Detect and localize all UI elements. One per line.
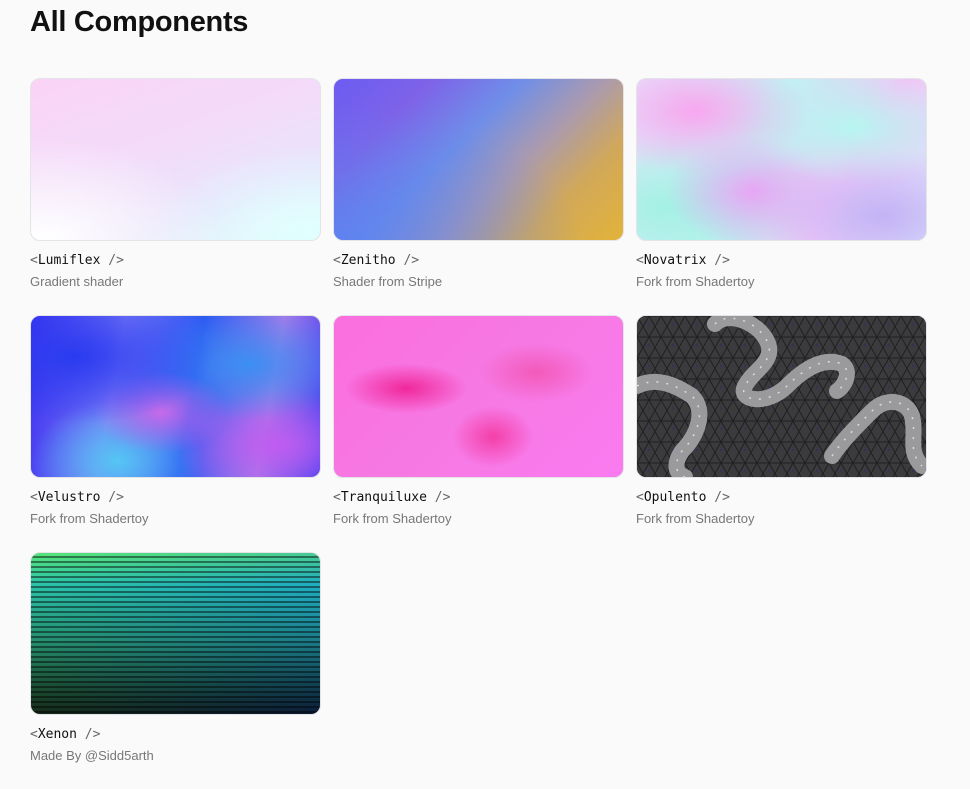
- component-card-lumiflex[interactable]: <Lumiflex /> Gradient shader: [30, 78, 321, 315]
- component-description: Shader from Stripe: [333, 274, 443, 289]
- component-card-novatrix[interactable]: <Novatrix /> Fork from Shadertoy: [636, 78, 927, 315]
- component-preview-zenitho[interactable]: [333, 78, 624, 241]
- component-card-opulento[interactable]: <Opulento /> Fork from Shadertoy: [636, 315, 927, 552]
- component-name: <Lumiflex />: [30, 253, 124, 268]
- component-preview-opulento[interactable]: [636, 315, 927, 478]
- component-card-tranquiluxe[interactable]: <Tranquiluxe /> Fork from Shadertoy: [333, 315, 624, 552]
- component-name: <Xenon />: [30, 727, 101, 742]
- component-card-xenon[interactable]: <Xenon /> Made By @Sidd5arth: [30, 552, 321, 789]
- component-preview-velustro[interactable]: [30, 315, 321, 478]
- component-preview-tranquiluxe[interactable]: [333, 315, 624, 478]
- component-preview-novatrix[interactable]: [636, 78, 927, 241]
- component-description: Fork from Shadertoy: [636, 274, 755, 289]
- component-preview-xenon[interactable]: [30, 552, 321, 715]
- component-description: Fork from Shadertoy: [636, 511, 755, 526]
- component-name: <Velustro />: [30, 490, 124, 505]
- page-title: All Components: [30, 6, 249, 38]
- components-grid: <Lumiflex /> Gradient shader <Zenitho />…: [30, 78, 927, 789]
- component-name: <Tranquiluxe />: [333, 490, 451, 505]
- component-card-zenitho[interactable]: <Zenitho /> Shader from Stripe: [333, 78, 624, 315]
- page: All Components <Lumiflex /> Gradient sha…: [0, 0, 970, 774]
- component-name: <Opulento />: [636, 490, 730, 505]
- component-description: Gradient shader: [30, 274, 124, 289]
- component-description: Made By @Sidd5arth: [30, 748, 154, 763]
- component-preview-lumiflex[interactable]: [30, 78, 321, 241]
- component-description: Fork from Shadertoy: [30, 511, 149, 526]
- component-name: <Zenitho />: [333, 253, 420, 268]
- component-description: Fork from Shadertoy: [333, 511, 452, 526]
- component-card-velustro[interactable]: <Velustro /> Fork from Shadertoy: [30, 315, 321, 552]
- opulento-pattern: [637, 316, 926, 477]
- component-name: <Novatrix />: [636, 253, 730, 268]
